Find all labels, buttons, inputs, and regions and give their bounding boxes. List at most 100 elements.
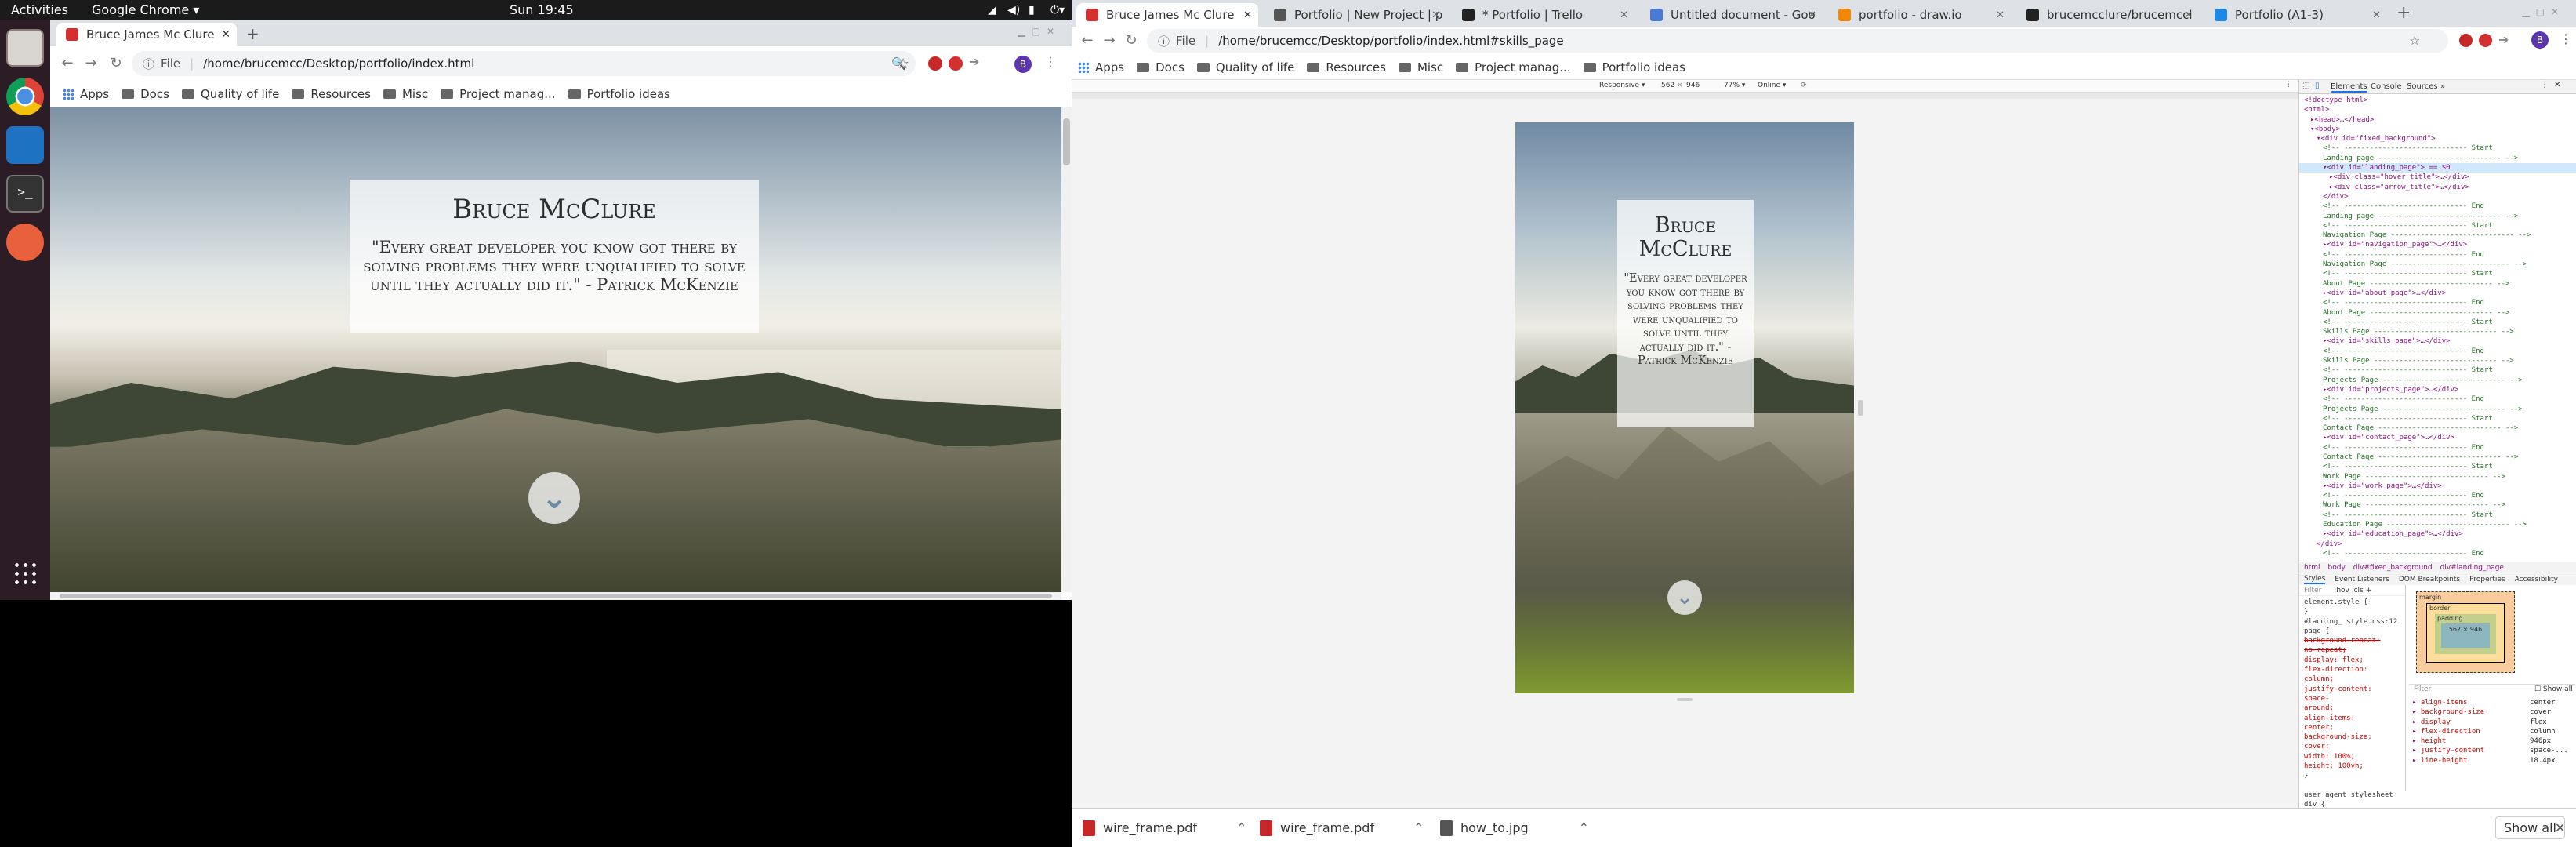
css-rule-line[interactable]: user agent stylesheet	[2304, 791, 2405, 800]
computed-style-row[interactable]: ▸ height 946px	[2412, 736, 2574, 746]
dom-tree-line[interactable]: </div>	[2299, 192, 2576, 202]
breadcrumb-fixed-background[interactable]: div#fixed_background	[2353, 564, 2433, 572]
dom-tree-line[interactable]: Landing page ---------------------------…	[2299, 154, 2576, 163]
bookmark-quality-of-life[interactable]: Quality of life	[1196, 60, 1294, 75]
devtools-menu-icon[interactable]: ⋮	[2541, 81, 2549, 89]
hov-cls-toggle[interactable]: :hov .cls +	[2334, 587, 2371, 594]
back-icon[interactable]: ←	[58, 54, 77, 73]
css-rule-line[interactable]: align-items:	[2304, 714, 2405, 723]
computed-filter-input[interactable]: Filter	[2414, 685, 2431, 693]
dom-tree-line[interactable]: <!-- ----------------------------- Start	[2299, 511, 2576, 520]
chrome-icon[interactable]	[6, 78, 44, 115]
close-tab-icon[interactable]: ✕	[1243, 9, 1252, 21]
css-rule-line[interactable]: width: 100%;	[2304, 752, 2405, 762]
network-throttle-select[interactable]: Online ▾	[1758, 82, 1786, 89]
new-tab-icon[interactable]: +	[2396, 3, 2411, 23]
resize-handle-right[interactable]	[1858, 400, 1863, 416]
bookmark-star-icon[interactable]: ☆	[2409, 33, 2420, 48]
device-menu-icon[interactable]: ⋮	[2285, 81, 2292, 89]
settings-gear-icon[interactable]	[6, 224, 44, 261]
bookmark-misc[interactable]: Misc	[383, 87, 428, 101]
dom-tree-line[interactable]: <!-- ----------------------------- End	[2299, 347, 2576, 356]
css-rule-line[interactable]: page {	[2304, 627, 2405, 636]
bookmark-project-management[interactable]: Project manag...	[1456, 60, 1571, 75]
dom-tree-line[interactable]: Projects Page --------------------------…	[2299, 405, 2576, 414]
dom-tree-line[interactable]: <!-- ----------------------------- End	[2299, 491, 2576, 500]
dom-tree-line[interactable]: ▾<div id="fixed_background">	[2299, 134, 2576, 144]
devtools-tab-sources[interactable]: Sources	[2407, 82, 2438, 91]
vscode-icon[interactable]	[6, 126, 44, 164]
right-tab-4[interactable]: portfolio - draw.io ✕	[1829, 3, 2011, 27]
breadcrumb-body[interactable]: body	[2328, 564, 2346, 572]
battery-icon[interactable]: ▮	[1029, 4, 1035, 16]
dom-tree-line[interactable]: <!-- ----------------------------- Start	[2299, 414, 2576, 424]
bookmark-project-management[interactable]: Project manag...	[441, 87, 556, 101]
scroll-down-chevron-icon[interactable]: ⌄	[528, 472, 580, 524]
css-rules[interactable]: element.style {} #landing_ style.css:12 pa…	[2299, 596, 2405, 810]
bookmark-misc[interactable]: Misc	[1398, 60, 1443, 75]
download-item-3[interactable]: how_to.jpg ⌃	[1440, 820, 1589, 836]
dom-tree-line[interactable]: ▾<body>	[2299, 125, 2576, 134]
dom-tree-line[interactable]: <!-- ----------------------------- End	[2299, 549, 2576, 558]
menu-dots-icon[interactable]: ⋮	[1044, 54, 1057, 69]
chevron-up-icon[interactable]: ⌃	[1579, 820, 1589, 835]
menu-dots-icon[interactable]: ⋮	[2560, 31, 2572, 46]
right-tab-1[interactable]: Portfolio | New Project | p ✕	[1264, 3, 1446, 27]
clock[interactable]: Sun 19:45	[510, 2, 574, 17]
adblock-icon[interactable]	[2479, 34, 2492, 47]
dom-tree-line[interactable]: <!-- ----------------------------- Start	[2299, 462, 2576, 471]
right-tab-2[interactable]: * Portfolio | Trello ✕	[1453, 3, 1634, 27]
computed-style-row[interactable]: ▸ align-items center	[2412, 698, 2574, 707]
dom-tree-line[interactable]: </div>	[2299, 540, 2576, 549]
dom-tree-line[interactable]: <!-- ----------------------------- Start	[2299, 365, 2576, 375]
css-rule-line[interactable]: background-repeat:	[2304, 636, 2405, 645]
activities-button[interactable]: Activities	[11, 2, 68, 17]
dom-tree-line[interactable]: ▸<div id="contact_page">…</div>	[2299, 433, 2576, 442]
dom-tree-line[interactable]: <!-- ----------------------------- End	[2299, 394, 2576, 404]
computed-style-row[interactable]: ▸ line-height 18.4px	[2412, 756, 2574, 765]
event-listeners-tab[interactable]: Event Listeners	[2335, 576, 2389, 583]
dom-tree-line[interactable]: <!-- ----------------------------- Start	[2299, 144, 2576, 153]
css-rule-line[interactable]: #landing_ style.css:12	[2304, 617, 2405, 627]
css-rule-line[interactable]: flex-direction:	[2304, 665, 2405, 674]
adblock-icon[interactable]	[949, 56, 963, 71]
computed-style-row[interactable]: ▸ flex-direction column	[2412, 727, 2574, 736]
css-rule-line[interactable]: element.style {	[2304, 598, 2405, 607]
dom-tree-line[interactable]: <!-- ----------------------------- End	[2299, 443, 2576, 453]
dom-tree-line[interactable]: ▸<head>…</head>	[2299, 115, 2576, 125]
bookmark-quality-of-life[interactable]: Quality of life	[181, 87, 279, 101]
close-download-shelf-icon[interactable]: ✕	[2555, 820, 2565, 835]
dom-tree-line[interactable]: ▸<div id="about_page">…</div>	[2299, 289, 2576, 298]
device-height-input[interactable]: 946	[1686, 82, 1700, 89]
devtools-tab-console[interactable]: Console	[2371, 82, 2402, 91]
dom-tree-line[interactable]: <!-- ----------------------------- End	[2299, 298, 2576, 307]
reload-icon[interactable]: ↻	[1122, 31, 1141, 50]
dom-tree-line[interactable]: <!-- ----------------------------- End	[2299, 250, 2576, 260]
dom-tree-line[interactable]: <html>	[2299, 105, 2576, 115]
extension-icon[interactable]	[928, 56, 942, 71]
css-rule-line[interactable]: }	[2304, 771, 2405, 780]
dom-tree-line[interactable]: Skills Page ----------------------------…	[2299, 327, 2576, 336]
css-rule-line[interactable]: center;	[2304, 723, 2405, 732]
bookmark-apps[interactable]: Apps	[1078, 60, 1124, 75]
file-manager-icon[interactable]	[6, 29, 44, 67]
bookmark-docs[interactable]: Docs	[1137, 60, 1185, 75]
styles-tab[interactable]: Styles	[2304, 575, 2326, 584]
close-tab-icon[interactable]: ✕	[1808, 9, 1816, 21]
window-controls-icon[interactable]: ▁▢✕	[2522, 6, 2565, 17]
rotate-icon[interactable]: ⟳	[1801, 82, 1807, 89]
dom-tree-line[interactable]: ▸<div id="projects_page">…</div>	[2299, 385, 2576, 394]
css-rule-line[interactable]: around;	[2304, 703, 2405, 713]
left-vertical-scrollbar[interactable]	[1061, 107, 1072, 592]
bookmark-apps[interactable]: Apps	[63, 87, 109, 101]
css-rule-line[interactable]: cover;	[2304, 742, 2405, 751]
css-rule-line[interactable]: height: 100vh;	[2304, 762, 2405, 771]
dom-tree-line[interactable]: Navigation Page ------------------------…	[2299, 231, 2576, 240]
volume-icon[interactable]: ◀)	[1007, 4, 1020, 16]
back-icon[interactable]: ←	[1078, 31, 1097, 50]
dom-tree-line[interactable]: <!-- ----------------------------- Start	[2299, 221, 2576, 231]
dom-tree-line[interactable]: ▸<div class="hover_title">…</div>	[2299, 173, 2576, 182]
dom-tree-line[interactable]: ▸<div class="arrow_title">…</div>	[2299, 183, 2576, 192]
close-tab-icon[interactable]: ✕	[221, 28, 230, 41]
dom-tree-line[interactable]: <!-- ----------------------------- Start	[2299, 318, 2576, 327]
